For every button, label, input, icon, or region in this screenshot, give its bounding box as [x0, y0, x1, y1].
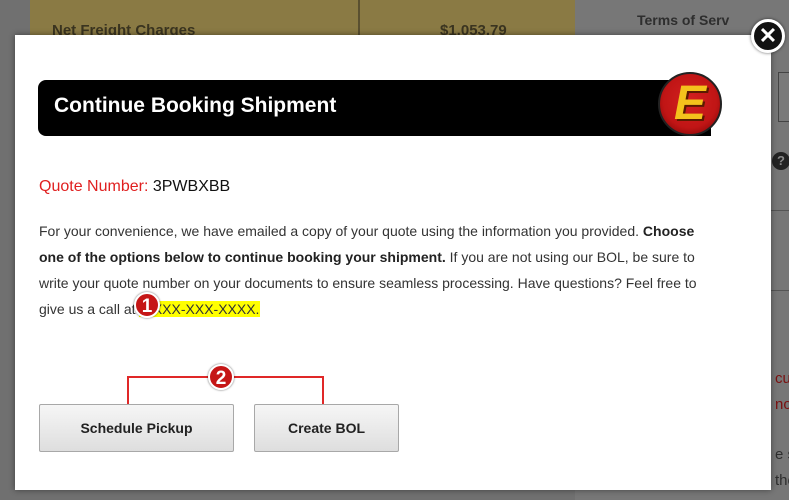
- create-bol-button[interactable]: Create BOL: [254, 404, 399, 452]
- quote-number-label: Quote Number:: [39, 178, 149, 195]
- annotation-marker-2: 2: [208, 364, 234, 390]
- quote-number-line: Quote Number: 3PWBXBB: [39, 178, 230, 196]
- quote-number-value: 3PWBXBB: [152, 178, 231, 195]
- logo-letter: E: [673, 77, 706, 130]
- schedule-pickup-button[interactable]: Schedule Pickup: [39, 404, 234, 452]
- background-input: [778, 72, 789, 122]
- background-summary-table: Net Freight Charges $1,053.79: [30, 0, 575, 40]
- background-red-text: nor: [775, 396, 789, 413]
- modal-title-bar: Continue Booking Shipment: [38, 80, 711, 136]
- background-side-text: e s: [775, 446, 789, 463]
- terms-of-service-link[interactable]: Terms of Serv: [637, 12, 729, 28]
- company-logo: E: [658, 72, 722, 136]
- close-icon: ✕: [758, 23, 778, 48]
- background-red-text: cu: [775, 370, 789, 387]
- background-side-text: the: [775, 472, 789, 489]
- body-text-intro: For your convenience, we have emailed a …: [39, 223, 643, 239]
- help-icon[interactable]: ?: [772, 152, 789, 170]
- close-button[interactable]: ✕: [751, 19, 785, 53]
- annotation-marker-1: 1: [134, 292, 160, 318]
- modal-title: Continue Booking Shipment: [54, 94, 337, 117]
